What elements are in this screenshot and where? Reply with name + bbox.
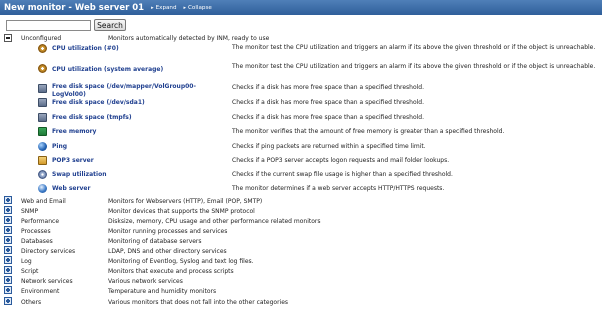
monitor-description: Checks if a disk has more free space tha…: [232, 99, 425, 106]
monitor-description: Checks if ping packets are returned with…: [232, 143, 426, 150]
expand-toggle-icon[interactable]: [4, 246, 12, 254]
category-label[interactable]: Web and Email: [21, 198, 66, 205]
collapse-label: Collapse: [188, 4, 212, 11]
category-description: LDAP, DNS and other directory services: [108, 248, 227, 255]
monitor-description: The monitor determines if a web server a…: [232, 185, 445, 192]
category-label[interactable]: Script: [21, 268, 38, 275]
expand-toggle-icon[interactable]: [4, 256, 12, 264]
category-label[interactable]: Performance: [21, 218, 59, 225]
mail-icon: [38, 156, 47, 165]
category-description: Various monitors that does not fall into…: [108, 299, 289, 306]
category-label[interactable]: SNMP: [21, 208, 38, 215]
collapse-toggle-icon[interactable]: [4, 34, 12, 42]
triangle-right-icon: ▸: [151, 4, 154, 11]
monitor-name[interactable]: POP3 server: [52, 157, 222, 165]
category-description: Monitors that execute and process script…: [108, 268, 234, 275]
category-description: Various network services: [108, 278, 183, 285]
category-label[interactable]: Network services: [21, 278, 73, 285]
expand-toggle-icon[interactable]: [4, 206, 12, 214]
disk-icon: [38, 98, 47, 107]
category-description: Monitor devices that supports the SNMP p…: [108, 208, 255, 215]
category-label[interactable]: Environment: [21, 288, 59, 295]
monitor-description: The monitor test the CPU utilization and…: [232, 44, 596, 51]
monitor-name[interactable]: Free disk space (/dev/mapper/VolGroup00-…: [52, 83, 222, 98]
category-description: Monitoring of Eventlog, Syslog and text …: [108, 258, 254, 265]
monitor-name[interactable]: CPU utilization (#0): [52, 45, 222, 53]
disk-icon: [38, 113, 47, 122]
gear-icon: [38, 44, 47, 53]
search-bar: Search: [6, 19, 126, 31]
category-description: Disksize, memory, CPU usage and other pe…: [108, 218, 321, 225]
category-description: Monitor running processes and services: [108, 228, 228, 235]
category-description: Monitors for Webservers (HTTP), Email (P…: [108, 198, 263, 205]
title-bar: New monitor - Web server 01 ▸ Expand ▸ Col…: [0, 0, 602, 15]
collapse-link[interactable]: ▸ Collapse: [184, 5, 212, 11]
monitor-description: Checks if a disk has more free space tha…: [232, 114, 425, 121]
category-description: Temperature and humidity monitors: [108, 288, 217, 295]
expand-label: Expand: [155, 4, 177, 11]
monitor-name[interactable]: Free disk space (tmpfs): [52, 114, 222, 122]
expand-link[interactable]: ▸ Expand: [151, 5, 176, 11]
category-label[interactable]: Others: [21, 299, 41, 306]
category-description: Monitoring of database servers: [108, 238, 202, 245]
monitor-description: Checks if a disk has more free space tha…: [232, 84, 425, 91]
search-input[interactable]: [6, 19, 91, 31]
search-button[interactable]: Search: [94, 19, 126, 31]
expand-toggle-icon[interactable]: [4, 216, 12, 224]
category-description: Monitors automatically detected by INM, …: [108, 35, 270, 42]
expand-toggle-icon[interactable]: [4, 236, 12, 244]
expand-toggle-icon[interactable]: [4, 226, 12, 234]
window-title: New monitor - Web server 01: [4, 2, 145, 13]
monitor-name[interactable]: Free memory: [52, 128, 222, 136]
triangle-right-icon: ▸: [183, 4, 187, 11]
monitor-description: Checks if the current swap file usage is…: [232, 171, 453, 178]
web-icon: [38, 184, 47, 193]
category-label[interactable]: Unconfigured: [21, 35, 61, 42]
category-label[interactable]: Log: [21, 258, 32, 265]
monitor-name[interactable]: Web server: [52, 185, 222, 193]
memory-icon: [38, 127, 47, 136]
expand-toggle-icon[interactable]: [4, 196, 12, 204]
expand-toggle-icon[interactable]: [4, 266, 12, 274]
monitor-description: The monitor verifies that the amount of …: [232, 128, 505, 135]
monitor-name[interactable]: Swap utilization: [52, 171, 222, 179]
expand-toggle-icon[interactable]: [4, 286, 12, 294]
swap-icon: [38, 170, 47, 179]
monitor-name[interactable]: CPU utilization (system average): [52, 66, 222, 74]
category-label[interactable]: Databases: [21, 238, 53, 245]
disk-icon: [38, 84, 47, 93]
expand-toggle-icon[interactable]: [4, 297, 12, 305]
category-label[interactable]: Directory services: [21, 248, 75, 255]
monitor-name[interactable]: Ping: [52, 143, 222, 151]
gear-icon: [38, 64, 47, 73]
monitor-name[interactable]: Free disk space (/dev/sda1): [52, 99, 222, 107]
monitor-description: Checks if a POP3 server accepts logon re…: [232, 157, 450, 164]
monitor-description: The monitor test the CPU utilization and…: [232, 63, 596, 70]
expand-toggle-icon[interactable]: [4, 276, 12, 284]
globe-icon: [38, 142, 47, 151]
category-label[interactable]: Processes: [21, 228, 51, 235]
